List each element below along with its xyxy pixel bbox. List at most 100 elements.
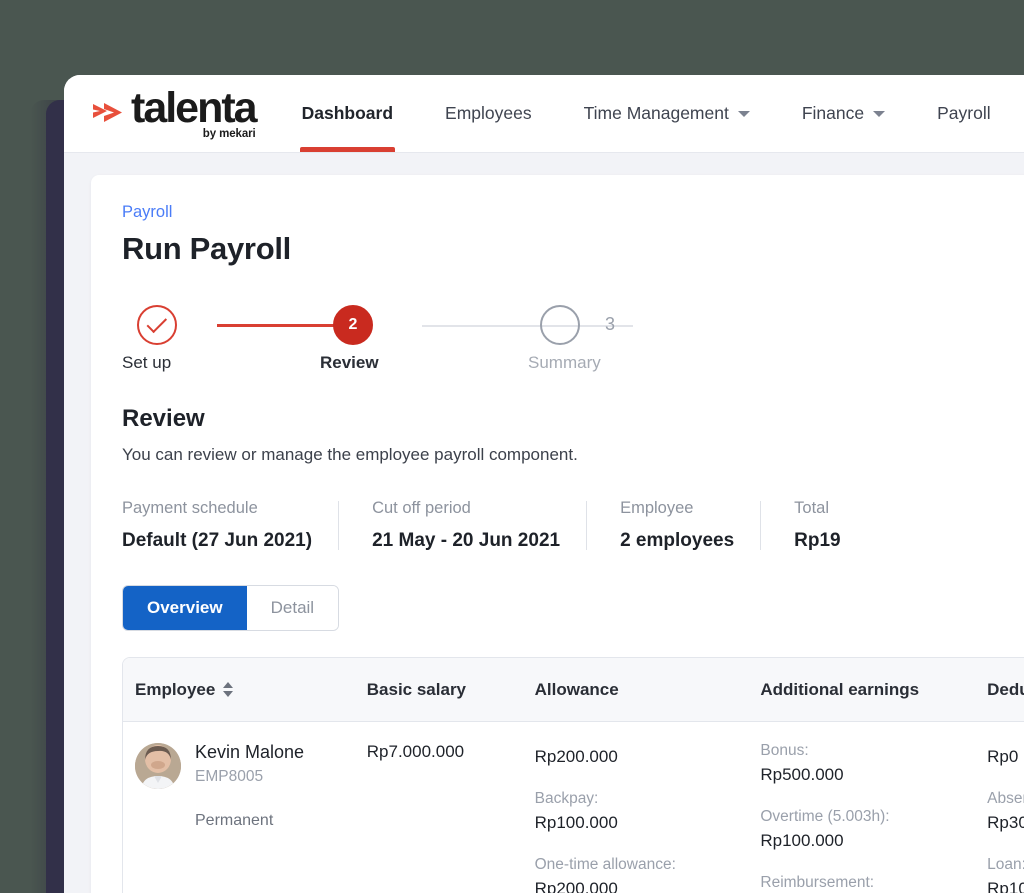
step-done-circle xyxy=(137,305,177,345)
stepper-label-review: Review xyxy=(320,353,379,372)
page-title: Run Payroll xyxy=(122,231,291,266)
allowance-label: Backpay: xyxy=(534,790,599,807)
check-icon xyxy=(146,312,167,334)
deduction-value: Rp0 xyxy=(987,747,1019,766)
column-header-label: Deduc xyxy=(987,679,1024,699)
column-header-allowance[interactable]: Allowance xyxy=(523,680,749,700)
stepper-number-summary: 3 xyxy=(605,314,616,334)
tabs-row: Overview Detail R xyxy=(122,585,1024,631)
sort-icon[interactable] xyxy=(223,682,234,697)
cell-employee: Kevin Malone EMP8005 Permanent xyxy=(123,742,355,830)
avatar xyxy=(135,743,181,789)
brand-logo[interactable]: talenta by mekari xyxy=(91,75,276,152)
nav-item-time-management[interactable]: Time Management xyxy=(584,75,750,152)
nav-item-finance[interactable]: Finance xyxy=(801,75,886,152)
tab-detail[interactable]: Detail xyxy=(246,586,339,630)
step-current-circle: 2 xyxy=(333,305,373,345)
employee-id: EMP8005 xyxy=(195,768,264,785)
stepper-step-review[interactable]: 2 Review xyxy=(320,305,379,372)
info-label: Total xyxy=(794,499,830,517)
info-label: Employee xyxy=(620,499,694,517)
allowance-item: Backpay: Rp100.000 xyxy=(535,790,737,833)
nav-item-label: Time Management xyxy=(583,103,729,123)
info-cell-payment-schedule: Payment schedule Default (27 Jun 2021) xyxy=(122,499,338,552)
additional-earning-label: Overtime (5.003h): xyxy=(760,808,890,825)
cell-basic-salary: Rp7.000.000 xyxy=(355,742,523,762)
allowance-value: Rp200.000 xyxy=(534,879,618,893)
employee-name: Kevin Malone xyxy=(195,742,305,762)
brand-name: talenta xyxy=(131,84,258,133)
section-heading-review: Review xyxy=(122,405,205,432)
additional-earning-item: Overtime (5.003h): Rp100.000 xyxy=(760,808,963,851)
content-card: Payroll Run Payroll Set up 2 Review 3 Su… xyxy=(91,175,1024,893)
stepper-label-setup: Set up xyxy=(122,353,172,372)
chevron-down-icon xyxy=(873,110,886,117)
info-value: 2 employees xyxy=(620,530,735,551)
page-body: Payroll Run Payroll Set up 2 Review 3 Su… xyxy=(64,153,1024,893)
cell-allowance: Rp200.000 Backpay: Rp100.000 One-time al… xyxy=(523,742,749,893)
allowance-label: One-time allowance: xyxy=(534,856,676,873)
column-header-basic-salary[interactable]: Basic salary xyxy=(355,680,523,700)
allowance-item: One-time allowance: Rp200.000 xyxy=(535,856,737,893)
payroll-summary-strip: Payment schedule Default (27 Jun 2021) C… xyxy=(122,499,1024,552)
additional-earning-value: Rp500.000 xyxy=(760,765,844,784)
table-row[interactable]: Kevin Malone EMP8005 Permanent Rp7.000.0… xyxy=(123,722,1024,893)
breadcrumb[interactable]: Payroll xyxy=(122,203,1024,222)
additional-earning-label: Bonus: xyxy=(760,742,809,759)
column-header-additional-earnings[interactable]: Additional earnings xyxy=(748,680,975,700)
step-upcoming-circle xyxy=(540,305,580,345)
nav-item-payroll[interactable]: Payroll xyxy=(937,75,991,152)
allowance-value: Rp200.000 xyxy=(534,747,618,766)
table-header-row: Employee Basic salary Allowance Addition… xyxy=(123,658,1024,722)
info-value: 21 May - 20 Jun 2021 xyxy=(372,530,561,551)
app-window: talenta by mekari Dashboard Employees Ti… xyxy=(64,75,1024,893)
info-label: Cut off period xyxy=(372,499,471,517)
deduction-label: Loan: xyxy=(987,856,1024,873)
tab-overview[interactable]: Overview xyxy=(123,586,247,630)
additional-earning-value: Rp100.000 xyxy=(760,831,844,850)
chevron-down-icon xyxy=(737,110,750,117)
column-header-label: Additional earnings xyxy=(760,679,920,699)
talenta-chevron-logo-icon xyxy=(93,102,122,122)
nav-item-label: Employees xyxy=(445,103,532,123)
stepper-connector-empty xyxy=(422,325,633,327)
employee-type: Permanent xyxy=(195,812,274,829)
info-value: Rp19 xyxy=(794,530,841,551)
cell-deduction: Rp0 Absenc Rp300 Loan: Rp100 xyxy=(975,742,1024,893)
top-navigation-bar: talenta by mekari Dashboard Employees Ti… xyxy=(64,75,1024,153)
nav-item-employees[interactable]: Employees xyxy=(445,75,532,152)
deduction-value: Rp300 xyxy=(987,813,1024,832)
payroll-stepper: Set up 2 Review 3 Summary xyxy=(122,305,1024,383)
column-header-deduction[interactable]: Deduc xyxy=(975,680,1024,700)
allowance-item: Rp200.000 xyxy=(535,747,737,767)
column-header-employee[interactable]: Employee xyxy=(123,680,355,700)
info-value: Default (27 Jun 2021) xyxy=(122,530,313,551)
info-cell-cut-off-period: Cut off period 21 May - 20 Jun 2021 xyxy=(338,499,586,552)
deduction-value: Rp100 xyxy=(987,879,1024,893)
section-subtitle-review: You can review or manage the employee pa… xyxy=(122,445,578,464)
stepper-label-summary: Summary xyxy=(528,353,601,372)
deduction-label: Absenc xyxy=(987,790,1024,807)
allowance-value: Rp100.000 xyxy=(534,813,618,832)
deduction-item: Loan: Rp100 xyxy=(987,856,1024,893)
column-header-label: Basic salary xyxy=(366,679,467,699)
column-header-label: Employee xyxy=(135,679,216,699)
employee-photo-icon xyxy=(135,743,181,789)
nav-item-label: Dashboard xyxy=(301,103,394,123)
stepper-step-summary[interactable]: 3 Summary xyxy=(528,305,615,372)
nav-item-label: Finance xyxy=(801,103,865,123)
stepper-step-setup[interactable]: Set up xyxy=(122,305,177,372)
nav-item-label: Payroll xyxy=(937,103,991,123)
deduction-item: Rp0 xyxy=(987,747,1024,767)
cell-additional-earnings: Bonus: Rp500.000 Overtime (5.003h): Rp10… xyxy=(748,742,975,893)
payroll-table: Employee Basic salary Allowance Addition… xyxy=(122,657,1024,893)
stepper-connector-filled xyxy=(217,324,345,327)
column-header-label: Allowance xyxy=(534,679,619,699)
view-tab-group: Overview Detail xyxy=(122,585,340,631)
additional-earning-label: Reimbursement: xyxy=(760,874,875,891)
basic-salary-value: Rp7.000.000 xyxy=(366,742,465,761)
additional-earning-item: Reimbursement: Rp300.000 xyxy=(760,874,963,893)
info-label: Payment schedule xyxy=(122,499,258,517)
info-cell-employee: Employee 2 employees xyxy=(586,499,760,552)
nav-item-dashboard[interactable]: Dashboard xyxy=(299,75,396,152)
